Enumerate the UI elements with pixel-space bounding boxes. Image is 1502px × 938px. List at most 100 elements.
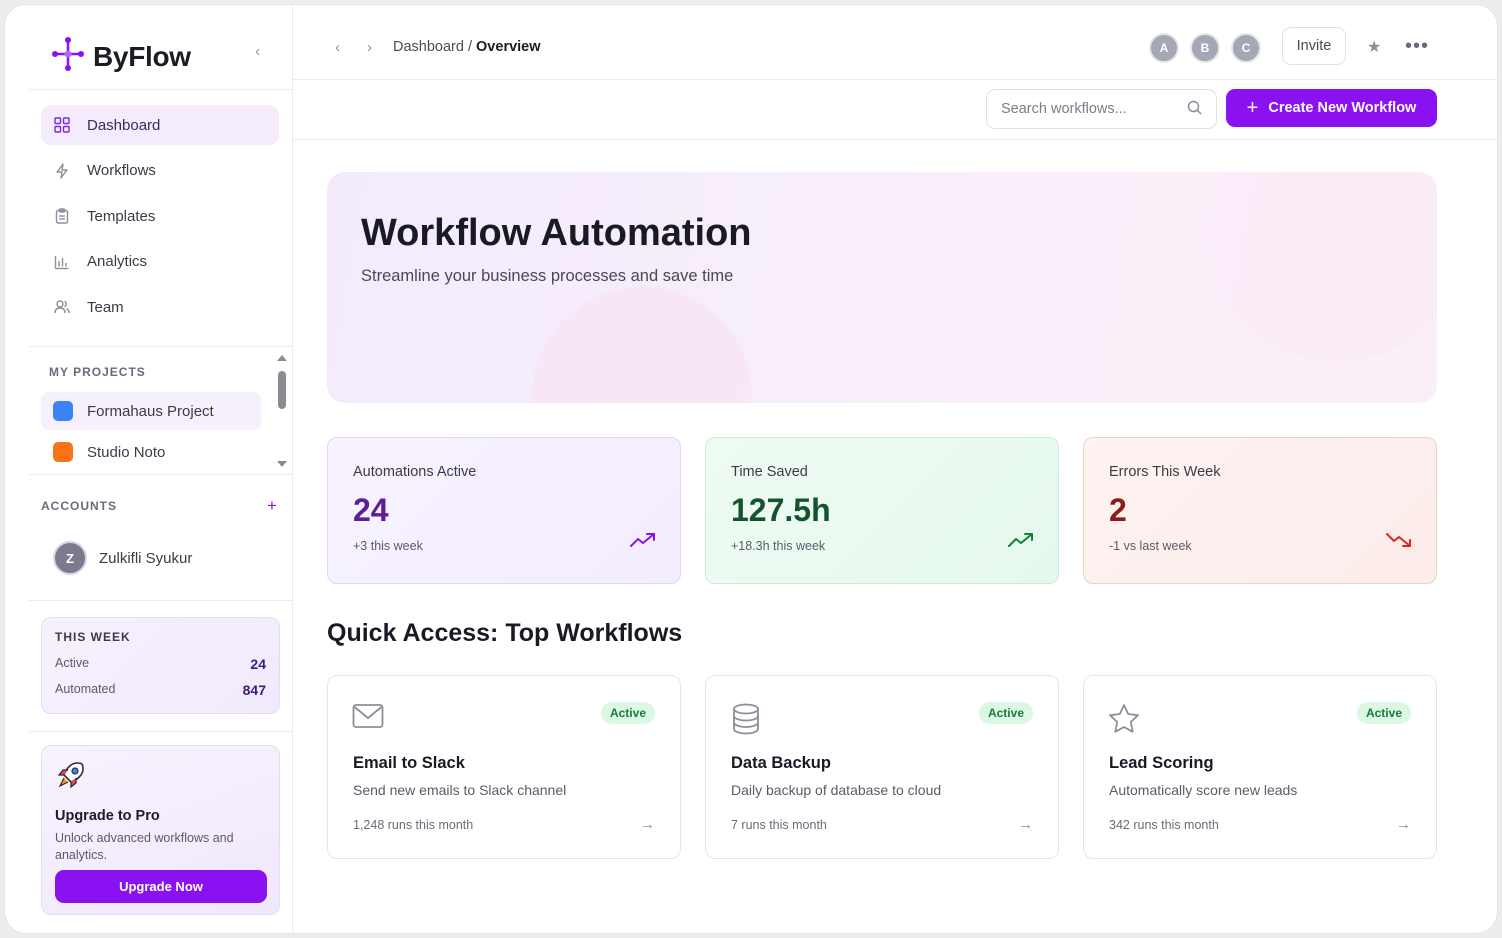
stat-card-time-saved[interactable]: Time Saved 127.5h +18.3h this week: [705, 437, 1059, 584]
divider: [29, 89, 293, 90]
stat-change: +3 this week: [353, 539, 423, 553]
workflow-card-email-to-slack[interactable]: Active Email to Slack Send new emails to…: [327, 675, 681, 859]
project-color-swatch: [53, 442, 73, 462]
plus-icon: +: [1246, 96, 1259, 119]
hero-banner: Workflow Automation Streamline your busi…: [327, 172, 1437, 403]
toolbar: Search workflows... + Create New Workflo…: [293, 80, 1497, 140]
nav-item-team[interactable]: Team: [41, 287, 279, 327]
decorative-blob: [532, 287, 752, 403]
avatar[interactable]: A: [1149, 33, 1179, 63]
users-icon: [53, 298, 71, 316]
nav-item-dashboard[interactable]: Dashboard: [41, 105, 279, 145]
status-badge: Active: [600, 702, 655, 724]
upgrade-card: Upgrade to Pro Unlock advanced workflows…: [41, 745, 280, 915]
nav-item-analytics[interactable]: Analytics: [41, 242, 279, 282]
workflow-title: Data Backup: [731, 754, 831, 772]
collaborator-avatars: A B C: [1149, 33, 1272, 63]
bolt-icon: [53, 162, 71, 180]
brand-name: ByFlow: [93, 40, 191, 72]
bar-chart-icon: [53, 253, 71, 271]
workflow-runs: 1,248 runs this month: [353, 818, 474, 832]
flow-logo-icon: [49, 35, 87, 78]
hero-title: Workflow Automation: [361, 212, 752, 254]
workflow-runs: 7 runs this month: [731, 818, 827, 832]
app-window: ByFlow ‹ Dashboard Workflows Templates A…: [4, 4, 1498, 934]
week-active-label: Active: [55, 656, 90, 670]
decorative-blob: [1207, 172, 1437, 362]
hero-subtitle: Streamline your business processes and s…: [361, 267, 734, 285]
back-icon[interactable]: ‹: [335, 39, 340, 56]
sidebar: ByFlow ‹ Dashboard Workflows Templates A…: [5, 5, 293, 933]
workflow-description: Automatically score new leads: [1109, 782, 1298, 798]
nav-label: Workflows: [87, 162, 156, 179]
arrow-right-icon[interactable]: →: [1018, 816, 1033, 833]
add-account-icon[interactable]: +: [267, 496, 277, 516]
database-icon: [730, 703, 762, 740]
trending-up-icon: [1008, 532, 1034, 553]
nav-label: Dashboard: [87, 116, 161, 134]
workflow-title: Email to Slack: [353, 754, 465, 772]
breadcrumb-parent[interactable]: Dashboard /: [393, 39, 472, 55]
stat-value: 24: [353, 492, 389, 528]
nav-item-templates[interactable]: Templates: [41, 196, 279, 236]
main-nav: Dashboard Workflows Templates Analytics …: [41, 105, 279, 333]
project-label: Studio Noto: [87, 443, 166, 461]
divider: [29, 600, 293, 601]
workflow-description: Daily backup of database to cloud: [731, 782, 942, 798]
nav-item-workflows[interactable]: Workflows: [41, 151, 279, 191]
stat-card-errors[interactable]: Errors This Week 2 -1 vs last week: [1083, 437, 1437, 584]
star-icon: [1108, 703, 1140, 740]
stat-card-automations[interactable]: Automations Active 24 +3 this week: [327, 437, 681, 584]
project-item-formahaus[interactable]: Formahaus Project: [41, 392, 261, 430]
search-placeholder: Search workflows...: [1001, 101, 1127, 117]
avatar[interactable]: C: [1231, 33, 1261, 63]
breadcrumb: Dashboard / Overview: [393, 39, 541, 55]
breadcrumb-current: Overview: [476, 39, 541, 55]
arrow-right-icon[interactable]: →: [640, 816, 655, 833]
week-automated-value: 847: [242, 682, 266, 698]
status-badge: Active: [978, 702, 1033, 724]
project-item-studio-noto[interactable]: Studio Noto: [41, 433, 261, 471]
favorite-star-icon[interactable]: ★: [1367, 37, 1381, 57]
nav-label: Team: [87, 298, 124, 316]
nav-label: Templates: [87, 207, 156, 225]
avatar[interactable]: B: [1190, 33, 1220, 63]
scrollbar-thumb[interactable]: [278, 371, 286, 409]
accounts-heading: ACCOUNTS: [41, 499, 117, 513]
forward-icon[interactable]: ›: [367, 39, 372, 56]
divider: [29, 346, 293, 347]
stat-change: -1 vs last week: [1109, 539, 1192, 553]
account-item[interactable]: Z Zulkifli Syukur: [53, 541, 192, 575]
arrow-right-icon[interactable]: →: [1396, 816, 1411, 833]
stat-value: 2: [1109, 492, 1127, 528]
stat-change: +18.3h this week: [731, 539, 826, 553]
project-label: Formahaus Project: [87, 402, 214, 420]
stat-label: Errors This Week: [1109, 464, 1221, 480]
week-row-active: Active 24: [55, 656, 266, 672]
search-input[interactable]: Search workflows...: [986, 89, 1217, 129]
collapse-sidebar-icon[interactable]: ‹: [255, 43, 260, 61]
workflow-card-lead-scoring[interactable]: Active Lead Scoring Automatically score …: [1083, 675, 1437, 859]
divider: [29, 474, 293, 475]
this-week-card: THIS WEEK Active 24 Automated 847: [41, 617, 280, 714]
status-badge: Active: [1356, 702, 1411, 724]
brand-logo[interactable]: ByFlow: [49, 35, 191, 78]
more-options-icon[interactable]: •••: [1405, 35, 1429, 58]
week-automated-label: Automated: [55, 682, 116, 696]
upgrade-now-button[interactable]: Upgrade Now: [55, 870, 267, 903]
workflow-card-data-backup[interactable]: Active Data Backup Daily backup of datab…: [705, 675, 1059, 859]
create-workflow-button[interactable]: + Create New Workflow: [1226, 89, 1437, 127]
project-color-swatch: [53, 401, 73, 421]
stat-label: Automations Active: [353, 464, 477, 480]
grid-icon: [53, 116, 71, 134]
nav-label: Analytics: [87, 253, 148, 270]
invite-button[interactable]: Invite: [1282, 27, 1346, 65]
stat-label: Time Saved: [731, 464, 808, 480]
top-bar: ‹ › Dashboard / Overview A B C Invite ★ …: [293, 5, 1497, 80]
workflow-title: Lead Scoring: [1109, 754, 1214, 772]
mail-icon: [352, 703, 384, 734]
workflow-description: Send new emails to Slack channel: [353, 782, 567, 798]
create-workflow-label: Create New Workflow: [1268, 100, 1417, 116]
trending-up-icon: [630, 532, 656, 553]
avatar: Z: [53, 541, 87, 575]
